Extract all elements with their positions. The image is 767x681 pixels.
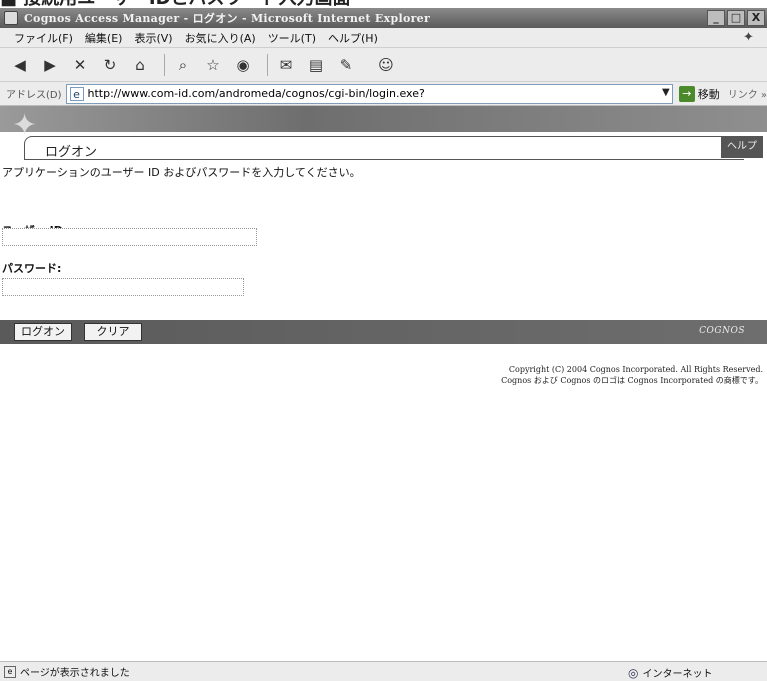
toolbar-separator	[267, 53, 268, 76]
menu-favorites[interactable]: お気に入り(A)	[185, 30, 256, 46]
cognos-banner: ✦ ログオン ヘルプ	[0, 106, 767, 160]
address-input[interactable]: e http://www.com-id.com/andromeda/cognos…	[65, 83, 673, 104]
menu-file[interactable]: ファイル(F)	[14, 30, 73, 46]
chevron-down-icon[interactable]: ▼	[662, 87, 670, 98]
status-text: ページが表示されました	[20, 668, 130, 679]
password-label: パスワード:	[2, 262, 62, 275]
go-arrow-icon: →	[678, 85, 695, 102]
logon-button[interactable]: ログオン	[14, 323, 72, 341]
edit-icon[interactable]: ✎	[334, 53, 358, 77]
ie-app-icon	[4, 11, 18, 25]
instructions-text: アプリケーションのユーザー ID およびパスワードを入力してください。	[2, 166, 361, 179]
mail-icon[interactable]: ✉	[274, 53, 298, 77]
windows-logo-icon: ✦	[743, 30, 754, 45]
page-done-icon: e	[4, 665, 16, 678]
page-content: ✦ ログオン ヘルプ アプリケーションのユーザー ID およびパスワードを入力し…	[0, 106, 767, 661]
menu-bar: ファイル(F) 編集(E) 表示(V) お気に入り(A) ツール(T) ヘルプ(…	[0, 28, 767, 48]
clear-button[interactable]: クリア	[84, 323, 142, 341]
back-icon[interactable]: ◀	[8, 53, 32, 77]
cognos-logo: COGNOS	[699, 326, 745, 336]
address-label: アドレス(D)	[6, 90, 62, 101]
close-button[interactable]: X	[747, 10, 765, 26]
window-titlebar: Cognos Access Manager - ログオン - Microsoft…	[0, 8, 767, 28]
menu-view[interactable]: 表示(V)	[134, 30, 172, 46]
password-field[interactable]	[2, 278, 244, 296]
menu-edit[interactable]: 編集(E)	[85, 30, 123, 46]
menu-tools[interactable]: ツール(T)	[268, 30, 316, 46]
home-icon[interactable]: ⌂	[128, 53, 152, 77]
window-controls: _ □ X	[707, 10, 765, 26]
refresh-icon[interactable]: ↻	[98, 53, 122, 77]
page-title: ログオン	[45, 145, 98, 160]
menu-help[interactable]: ヘルプ(H)	[328, 30, 378, 46]
maximize-button[interactable]: □	[727, 10, 745, 26]
copyright-line-1: Copyright (C) 2004 Cognos Incorporated. …	[508, 365, 763, 374]
banner-background	[0, 106, 767, 132]
standard-toolbar: ◀ ▶ ✕ ↻ ⌂ ⌕ ☆ ◉ ✉ ▤ ✎ ☺	[0, 48, 767, 82]
toolbar-separator	[164, 53, 165, 76]
go-button[interactable]: → 移動	[678, 85, 720, 102]
security-zone: ◎ インターネット	[628, 665, 713, 681]
copyright-notice: Copyright (C) 2004 Cognos Incorporated. …	[501, 364, 763, 386]
help-link[interactable]: ヘルプ	[721, 136, 763, 158]
minimize-button[interactable]: _	[707, 10, 725, 26]
favorites-icon[interactable]: ☆	[201, 53, 225, 77]
user-id-field[interactable]	[2, 228, 257, 246]
status-bar: e ページが表示されました ◎ インターネット	[0, 661, 767, 681]
action-bar: ログオン クリア COGNOS	[0, 320, 767, 344]
globe-icon: ◎	[628, 665, 639, 680]
stop-icon[interactable]: ✕	[68, 53, 92, 77]
media-icon[interactable]: ◉	[231, 53, 255, 77]
links-button[interactable]: リンク »	[728, 86, 767, 101]
status-message: e ページが表示されました	[0, 664, 130, 679]
page-caption: ■ 接続用ユーザーIDとパスワード入力画面	[0, 0, 767, 8]
print-icon[interactable]: ▤	[304, 53, 328, 77]
window-title: Cognos Access Manager - ログオン - Microsoft…	[24, 12, 431, 25]
page-icon: e	[69, 86, 84, 101]
go-label: 移動	[697, 87, 720, 101]
search-icon[interactable]: ⌕	[171, 53, 195, 77]
messenger-icon[interactable]: ☺	[374, 53, 398, 77]
address-url[interactable]: http://www.com-id.com/andromeda/cognos/c…	[88, 87, 425, 100]
forward-icon[interactable]: ▶	[38, 53, 62, 77]
page-title-tab: ログオン	[24, 136, 744, 160]
address-bar: アドレス(D) e http://www.com-id.com/andromed…	[0, 82, 767, 106]
zone-text: インターネット	[642, 669, 713, 680]
copyright-line-2: Cognos および Cognos のロゴは Cognos Incorporat…	[501, 376, 763, 385]
